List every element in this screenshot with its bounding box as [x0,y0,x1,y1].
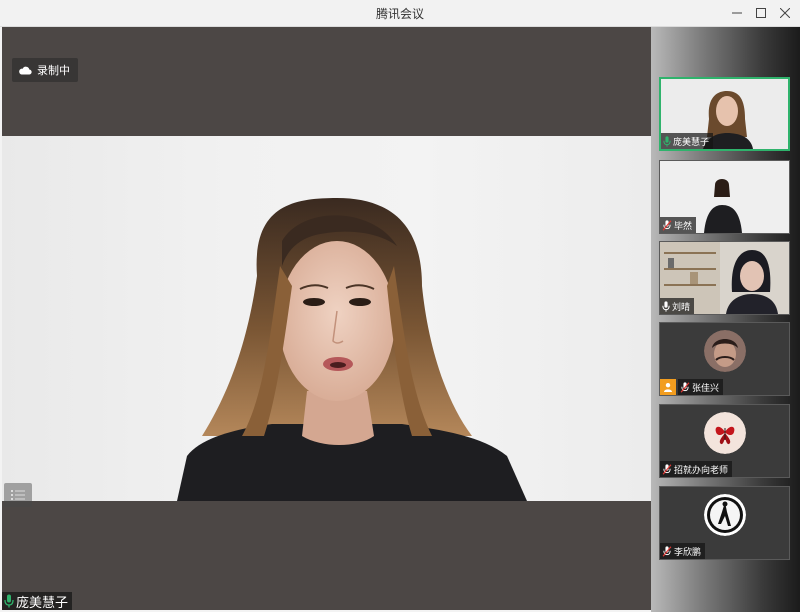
window-title: 腾讯会议 [375,7,424,21]
minimize-icon [732,12,742,14]
participant-label: 毕然 [660,217,697,233]
speaker-video [2,136,651,501]
avatar [704,412,746,454]
speaker-name: 庞美慧子 [16,595,69,611]
recording-label: 录制中 [37,64,70,77]
participant-label: 刘晴 [660,298,695,314]
mic-icon [662,300,670,312]
minimize-button[interactable] [726,3,748,23]
participant-label: 招就办向老师 [660,461,733,477]
list-icon [11,490,25,500]
avatar [704,330,746,372]
speaker-name-label: 庞美慧子 [2,592,73,611]
participant-label: 张佳兴 [678,379,724,395]
cloud-icon [19,66,32,75]
recording-badge[interactable]: 录制中 [12,58,78,82]
mic-muted-icon [662,219,672,231]
mic-muted-icon [662,463,672,475]
participant-tile[interactable]: 庞美慧子 [659,77,790,151]
participant-name: 刘晴 [672,302,691,313]
participant-list-button[interactable] [4,483,32,507]
host-icon [664,383,672,392]
participant-name: 招就办向老师 [674,465,729,476]
maximize-icon [756,8,766,18]
participant-tile[interactable]: 招就办向老师 [659,404,790,478]
mic-muted-icon [662,545,672,557]
avatar [704,494,746,536]
close-button[interactable] [774,3,796,23]
participant-name: 庞美慧子 [673,137,710,148]
mic-icon [4,594,14,608]
host-badge [660,379,676,395]
participant-name: 张佳兴 [692,383,720,394]
maximize-button[interactable] [750,3,772,23]
participant-label: 李欣鹏 [660,543,706,559]
participant-sidebar: 庞美慧子 毕然 刘晴 张佳兴 招就办向老师 李欣鹏 [651,27,800,612]
close-icon [780,8,790,18]
participant-name: 李欣鹏 [674,547,702,558]
mic-muted-icon [680,381,690,393]
main-video-area[interactable]: 录制中 庞美慧子 [2,27,651,610]
participant-label: 庞美慧子 [661,133,714,149]
title-bar: 腾讯会议 [0,0,800,27]
participant-tile[interactable]: 张佳兴 [659,322,790,396]
participant-tile[interactable]: 刘晴 [659,241,790,315]
participant-tile[interactable]: 毕然 [659,160,790,234]
participant-name: 毕然 [674,221,693,232]
participant-tile[interactable]: 李欣鹏 [659,486,790,560]
speaker-video-image [177,198,527,501]
mic-icon [663,135,671,147]
